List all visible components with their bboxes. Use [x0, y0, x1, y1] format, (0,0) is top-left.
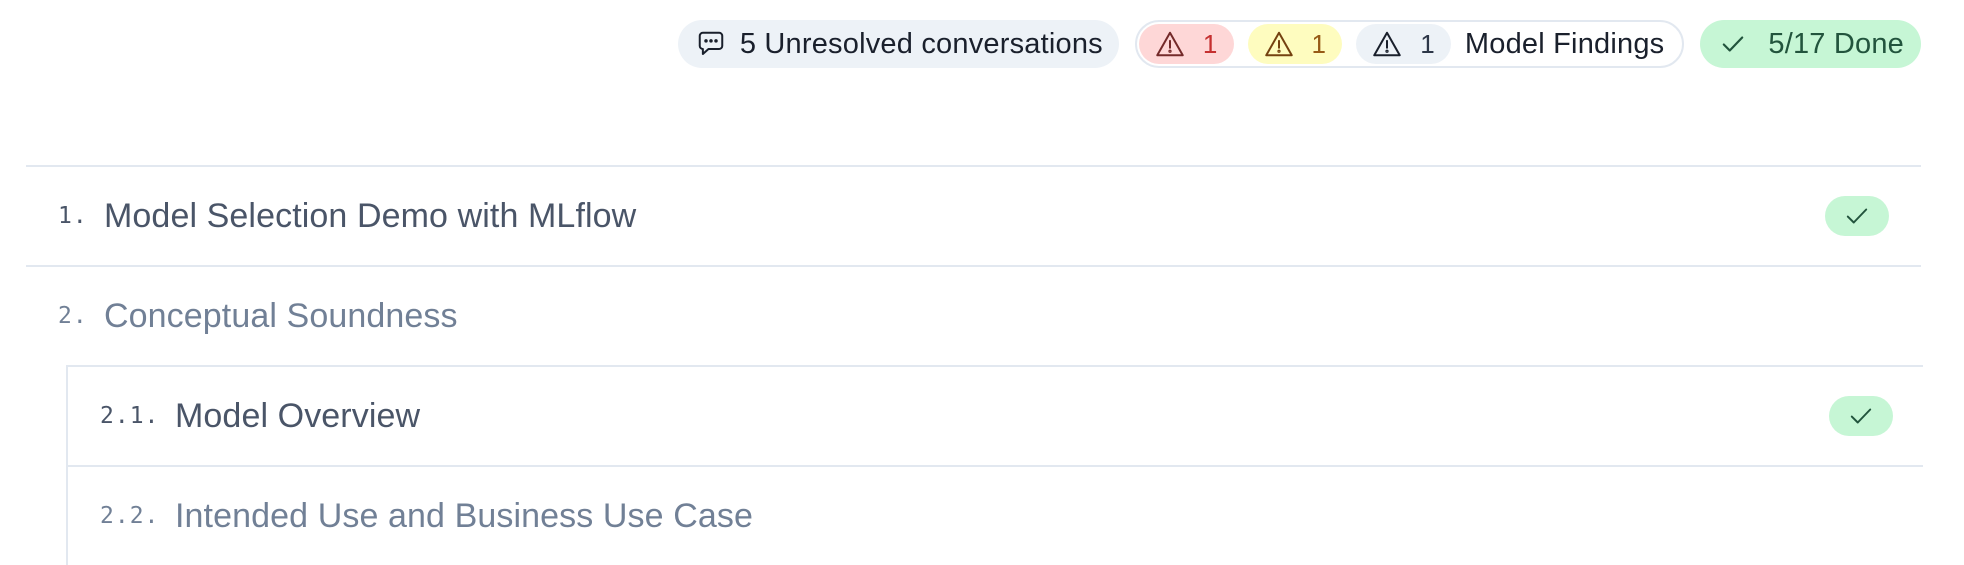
warning-triangle-icon: [1372, 30, 1402, 58]
section-complete-badge: [1825, 196, 1889, 236]
subsection-title[interactable]: Intended Use and Business Use Case: [175, 497, 753, 536]
checkmark-icon: [1844, 203, 1870, 229]
subsection-number: 2.1.: [100, 403, 160, 429]
unresolved-conversations-label: 5 Unresolved conversations: [739, 27, 1103, 60]
low-severity-badge: 1: [1356, 24, 1451, 64]
done-progress-label: 5/17 Done: [1768, 27, 1904, 60]
warning-triangle-icon: [1264, 30, 1294, 58]
unresolved-conversations-button[interactable]: 5 Unresolved conversations: [677, 20, 1119, 68]
subsection-list: 2.1. Model Overview 2.2. Intended Use an…: [66, 365, 1923, 565]
outline-subsection[interactable]: 2.2. Intended Use and Business Use Case: [68, 465, 1923, 565]
checkmark-icon: [1720, 31, 1746, 57]
subsection-title[interactable]: Model Overview: [175, 397, 420, 436]
high-severity-count: 1: [1202, 28, 1218, 59]
medium-severity-count: 1: [1311, 28, 1327, 59]
status-bar: 5 Unresolved conversations 1 1 1 Model F…: [677, 20, 1921, 68]
subsection-number: 2.2.: [100, 503, 160, 529]
chat-bubble-icon: [696, 29, 726, 59]
medium-severity-badge: 1: [1247, 24, 1343, 64]
section-title[interactable]: Model Selection Demo with MLflow: [104, 197, 636, 236]
high-severity-badge: 1: [1138, 24, 1234, 64]
warning-triangle-icon: [1155, 30, 1185, 58]
model-findings-button[interactable]: 1 1 1 Model Findings: [1134, 20, 1685, 68]
done-progress-badge[interactable]: 5/17 Done: [1700, 20, 1921, 68]
low-severity-count: 1: [1420, 28, 1435, 59]
section-number: 1.: [58, 203, 88, 229]
document-outline: 1. Model Selection Demo with MLflow 2. C…: [26, 165, 1923, 565]
subsection-complete-badge: [1829, 396, 1893, 436]
outline-subsection[interactable]: 2.1. Model Overview: [68, 365, 1923, 465]
model-findings-label: Model Findings: [1464, 27, 1665, 60]
outline-section[interactable]: 2. Conceptual Soundness: [26, 265, 1921, 365]
outline-section[interactable]: 1. Model Selection Demo with MLflow: [26, 165, 1921, 265]
section-number: 2.: [58, 303, 88, 329]
checkmark-icon: [1848, 403, 1874, 429]
section-title[interactable]: Conceptual Soundness: [104, 297, 458, 336]
